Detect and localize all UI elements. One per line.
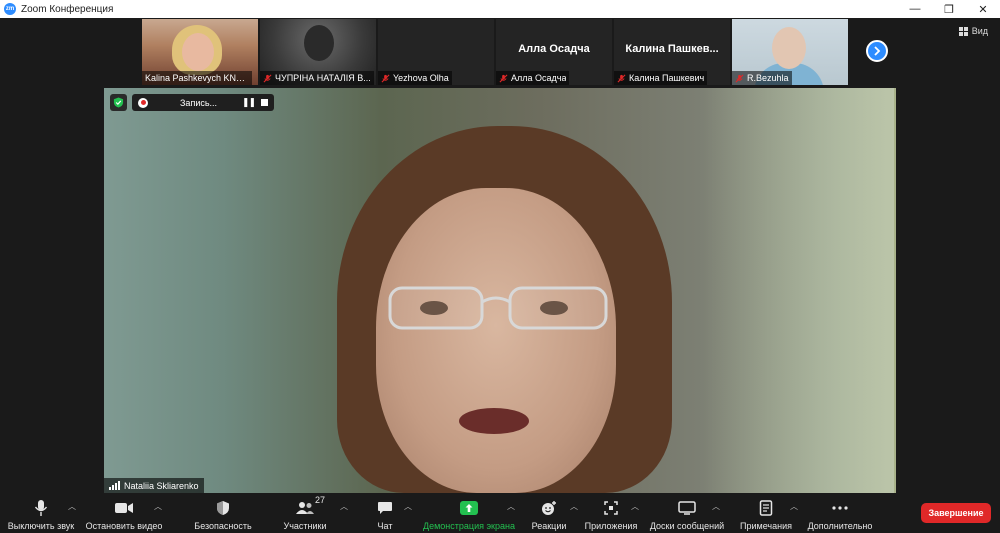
participant-tile[interactable]: ЧУПРІНА НАТАЛІЯ В... <box>260 19 376 85</box>
video-options-caret[interactable]: ︿ <box>154 501 162 512</box>
participant-tile[interactable]: Kalina Pashkevych KNUT... <box>142 19 258 85</box>
mic-muted-icon <box>263 74 272 82</box>
participant-name: ЧУПРІНА НАТАЛІЯ В... <box>275 73 371 83</box>
apps-options-caret[interactable]: ︿ <box>631 501 639 512</box>
more-label: Дополнительно <box>807 521 873 531</box>
minimize-button[interactable]: — <box>898 0 932 18</box>
chat-options-caret[interactable]: ︿ <box>404 501 412 512</box>
mute-button[interactable]: Выключить звук <box>6 493 76 533</box>
participant-name: R.Bezuhla <box>747 73 789 83</box>
notes-options-caret[interactable]: ︿ <box>790 501 798 512</box>
apps-icon <box>604 501 618 515</box>
participants-button[interactable]: 27 Участники <box>280 493 330 533</box>
smiley-icon <box>542 501 556 515</box>
pause-recording-button[interactable]: ❚❚ <box>242 97 256 108</box>
notes-icon <box>759 500 773 516</box>
participant-tile[interactable]: R.Bezuhla <box>732 19 848 85</box>
participants-icon <box>296 502 314 514</box>
title-bar: zm Zoom Конференция — ❐ ✕ <box>0 0 1000 18</box>
mic-muted-icon <box>499 74 508 82</box>
notes-label: Примечания <box>740 521 792 531</box>
whiteboards-options-caret[interactable]: ︿ <box>712 501 720 512</box>
share-options-caret[interactable]: ︿ <box>507 501 515 512</box>
record-icon <box>138 97 148 108</box>
view-button[interactable]: Вид <box>958 26 988 36</box>
reactions-label: Реакции <box>531 521 567 531</box>
recording-indicator: Запись... ❚❚ <box>132 94 274 111</box>
participants-label: Участники <box>283 521 327 531</box>
participant-name: Калина Пашкевич <box>629 73 705 83</box>
mic-muted-icon <box>381 74 390 82</box>
audio-options-caret[interactable]: ︿ <box>68 501 76 512</box>
stop-video-label: Остановить видео <box>85 521 163 531</box>
participants-count: 27 <box>315 495 326 505</box>
share-screen-button[interactable]: Демонстрация экрана <box>420 493 518 533</box>
whiteboards-label: Доски сообщений <box>649 521 725 531</box>
more-dots-icon <box>832 506 848 510</box>
stop-video-button[interactable]: Остановить видео <box>84 493 164 533</box>
participant-name: Kalina Pashkevych KNUT... <box>145 73 249 83</box>
participant-name: Yezhova Olha <box>393 73 449 83</box>
share-screen-icon <box>460 501 478 515</box>
mic-muted-icon <box>735 74 744 82</box>
security-label: Безопасность <box>194 521 252 531</box>
apps-label: Приложения <box>584 521 638 531</box>
chat-label: Чат <box>377 521 393 531</box>
chevron-right-icon <box>874 46 881 56</box>
speaker-name-tag: Nataliia Skliarenko <box>104 478 204 493</box>
speaker-name: Nataliia Skliarenko <box>124 480 199 491</box>
connection-signal-icon <box>109 481 120 490</box>
meeting-toolbar: Выключить звук ︿ Остановить видео ︿ Безо… <box>0 493 1000 533</box>
whiteboard-icon <box>678 501 696 515</box>
participants-options-caret[interactable]: ︿ <box>340 501 348 512</box>
recording-label: Запись... <box>180 97 218 108</box>
zoom-logo: zm <box>4 3 16 15</box>
more-button[interactable]: Дополнительно <box>804 493 876 533</box>
apps-button[interactable]: Приложения <box>583 493 639 533</box>
speaker-glasses <box>388 286 608 330</box>
participant-display-name: Калина Пашкев... <box>625 43 719 55</box>
meeting-stage: Вид Kalina Pashkevych KNUT... ЧУПРІНА НА… <box>0 18 1000 493</box>
shield-check-icon <box>113 97 124 108</box>
shield-icon <box>217 501 229 515</box>
chat-button[interactable]: Чат <box>370 493 400 533</box>
restore-button[interactable]: ❐ <box>932 0 966 18</box>
reactions-options-caret[interactable]: ︿ <box>570 501 578 512</box>
grid-icon <box>958 26 968 36</box>
active-speaker-video[interactable]: Запись... ❚❚ Nataliia Skliarenko <box>104 88 896 493</box>
participant-tile[interactable]: Алла Осадча Алла Осадча <box>496 19 612 85</box>
participant-strip: Kalina Pashkevych KNUT... ЧУПРІНА НАТАЛІ… <box>142 19 848 85</box>
video-camera-icon <box>115 503 133 513</box>
participant-display-name: Алла Осадча <box>518 43 590 55</box>
notes-button[interactable]: Примечания <box>738 493 794 533</box>
stop-recording-button[interactable] <box>261 99 268 106</box>
window-title: Zoom Конференция <box>21 3 114 15</box>
share-screen-label: Демонстрация экрана <box>423 521 515 531</box>
close-button[interactable]: ✕ <box>966 0 1000 18</box>
next-page-button[interactable] <box>866 40 888 62</box>
mute-label: Выключить звук <box>7 521 75 531</box>
view-label: Вид <box>971 26 988 36</box>
participant-name: Алла Осадча <box>511 73 567 83</box>
reactions-button[interactable]: Реакции <box>530 493 568 533</box>
whiteboards-button[interactable]: Доски сообщений <box>648 493 726 533</box>
security-button[interactable]: Безопасность <box>192 493 254 533</box>
mic-muted-icon <box>617 74 626 82</box>
participant-tile[interactable]: Yezhova Olha <box>378 19 494 85</box>
participant-tile[interactable]: Калина Пашкев... Калина Пашкевич <box>614 19 730 85</box>
end-meeting-button[interactable]: Завершение <box>921 503 991 523</box>
chat-icon <box>378 502 392 514</box>
security-badge[interactable] <box>110 94 127 111</box>
microphone-icon <box>34 500 48 516</box>
window-controls: — ❐ ✕ <box>898 0 1000 18</box>
